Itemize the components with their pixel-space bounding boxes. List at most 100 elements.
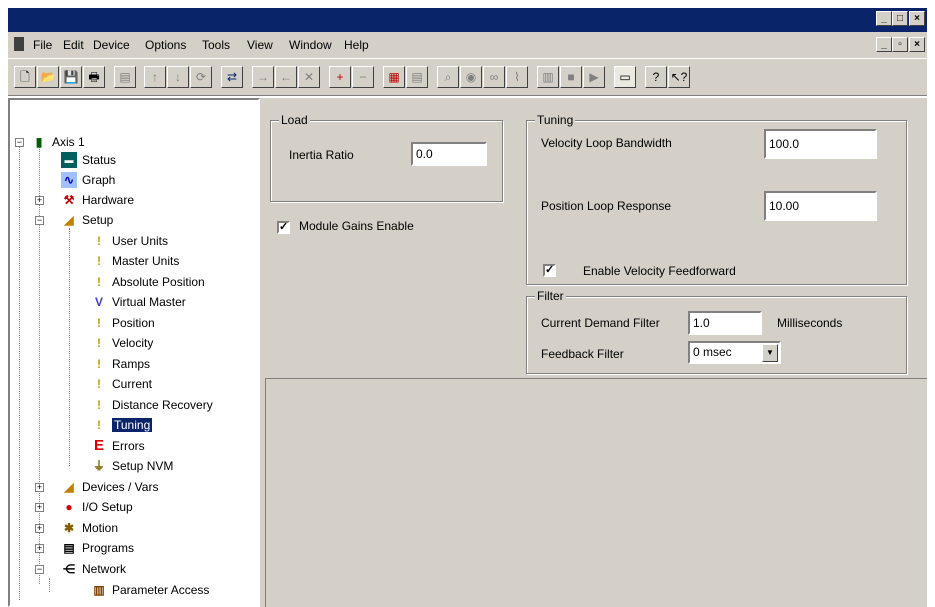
mdi-minimize-button[interactable]: _ (876, 37, 892, 52)
open-icon[interactable]: 📂 (37, 66, 59, 88)
toolbar: 🗋 📂 💾 🖶 ▤ ↑ ↓ ⟳ ⇄ → ← ✕ + − ▦ ▤ ⌕ ◉ ∞ ⌇ … (8, 58, 927, 96)
tree-item-tuning[interactable]: ! Tuning (91, 415, 153, 435)
save-icon[interactable]: 💾 (60, 66, 82, 88)
menu-help[interactable]: Help (344, 38, 369, 52)
tree-item-graph[interactable]: ∿ Graph (61, 170, 115, 190)
menu-tools[interactable]: Tools (202, 38, 230, 52)
feedback-filter-select[interactable]: 0 msec ▼ (688, 341, 781, 364)
tree-item-io-setup[interactable]: ● I/O Setup (61, 497, 132, 517)
collapse-icon[interactable]: − (15, 138, 24, 147)
window-icon[interactable]: ▭ (614, 66, 636, 88)
add-icon[interactable]: + (329, 66, 351, 88)
position-loop-response-input[interactable] (764, 191, 877, 221)
expand-icon[interactable]: + (35, 544, 44, 553)
tree-line (19, 142, 20, 600)
move-left-icon[interactable]: ← (275, 66, 297, 88)
tree-item-setup[interactable]: ◢ Setup (61, 210, 113, 230)
maximize-button[interactable]: □ (892, 11, 908, 26)
tree-item-network[interactable]: ⋲ Network (61, 559, 126, 579)
menu-options[interactable]: Options (145, 38, 186, 52)
delete-icon[interactable]: ✕ (298, 66, 320, 88)
remove-icon[interactable]: − (352, 66, 374, 88)
tree-item-status[interactable]: ▬ Status (61, 150, 116, 170)
module-gains-checkbox[interactable]: ✓ (277, 221, 290, 234)
tree-item-programs[interactable]: ▤ Programs (61, 538, 134, 558)
tree-item-hardware[interactable]: ⚒ Hardware (61, 190, 134, 210)
properties-icon[interactable]: ▦ (383, 66, 405, 88)
tree-item-setup-nvm[interactable]: ⏚ Setup NVM (91, 456, 173, 476)
project-tree[interactable]: − ▮ Axis 1 ▬ Status ∿ Graph + ⚒ Hardware… (8, 98, 260, 607)
device-icon[interactable]: ▥ (537, 66, 559, 88)
current-demand-filter-input[interactable] (688, 311, 762, 335)
sync-icon[interactable]: ⟳ (190, 66, 212, 88)
axis-icon: ▮ (35, 135, 43, 149)
tree-item-virtual-master[interactable]: V Virtual Master (91, 292, 186, 312)
tree-item-user-units[interactable]: ! User Units (91, 231, 168, 251)
view-icon[interactable]: ◉ (460, 66, 482, 88)
tree-item-absolute-position[interactable]: ! Absolute Position (91, 272, 205, 292)
tree-item-master-units[interactable]: ! Master Units (91, 251, 179, 271)
tree-item-errors[interactable]: E Errors (91, 436, 145, 456)
context-help-icon[interactable]: ↖? (668, 66, 690, 88)
document-icon[interactable]: ▤ (406, 66, 428, 88)
tree-item-axis[interactable]: ▮ Axis 1 (31, 132, 85, 152)
current-demand-filter-label: Current Demand Filter (541, 316, 660, 330)
goggles-icon[interactable]: ∞ (483, 66, 505, 88)
menu-device[interactable]: Device (93, 38, 130, 52)
run-icon[interactable]: ▶ (583, 66, 605, 88)
menu-view[interactable]: View (247, 38, 273, 52)
current-demand-filter-unit: Milliseconds (777, 316, 843, 330)
tree-item-distance-recovery[interactable]: ! Distance Recovery (91, 395, 213, 415)
tree-item-motion[interactable]: ✱ Motion (61, 518, 118, 538)
velocity-feedforward-checkbox[interactable]: ✓ (543, 264, 556, 277)
parameter-icon: ! (97, 418, 101, 432)
expand-icon[interactable]: + (35, 524, 44, 533)
expand-icon[interactable]: + (35, 503, 44, 512)
upload-icon[interactable]: ↑ (144, 66, 166, 88)
velocity-loop-bandwidth-input[interactable] (764, 129, 877, 159)
tree-item-position[interactable]: ! Position (91, 313, 155, 333)
setup-icon: ◢ (64, 213, 74, 227)
app-icon[interactable] (14, 37, 24, 51)
menu-window[interactable]: Window (289, 38, 332, 52)
menu-file[interactable]: File (33, 38, 52, 52)
tree-item-parameter-access[interactable]: ▥ Parameter Access (91, 580, 209, 600)
tree-item-ramps[interactable]: ! Ramps (91, 354, 150, 374)
connect-icon[interactable]: ⇄ (221, 66, 243, 88)
stop-icon[interactable]: ■ (560, 66, 582, 88)
filter-legend: Filter (535, 289, 566, 303)
tree-item-tuning-label: Tuning (112, 418, 153, 432)
parameter-icon: ! (97, 316, 101, 330)
collapse-icon[interactable]: − (35, 216, 44, 225)
tree-item-current[interactable]: ! Current (91, 374, 152, 394)
collapse-icon[interactable]: − (35, 565, 44, 574)
mdi-close-button[interactable]: × (909, 37, 925, 52)
help-icon[interactable]: ? (645, 66, 667, 88)
expand-icon[interactable]: + (35, 196, 44, 205)
print-icon[interactable]: 🖶 (83, 66, 105, 88)
position-loop-response-label: Position Loop Response (541, 199, 672, 213)
new-icon[interactable]: 🗋 (14, 66, 36, 88)
menu-edit[interactable]: Edit (63, 38, 84, 52)
tree-item-velocity[interactable]: ! Velocity (91, 333, 153, 353)
io-icon: ● (65, 500, 73, 514)
tree-line (49, 578, 50, 592)
nvm-icon: ⏚ (92, 459, 105, 473)
expand-icon[interactable]: + (35, 483, 44, 492)
zoom-icon[interactable]: ⌕ (437, 66, 459, 88)
velocity-loop-bandwidth-label: Velocity Loop Bandwidth (541, 136, 672, 150)
inertia-ratio-input[interactable] (411, 142, 487, 166)
parameter-icon: ! (97, 254, 101, 268)
chart-icon[interactable]: ⌇ (506, 66, 528, 88)
download-icon[interactable]: ↓ (167, 66, 189, 88)
dropdown-arrow-icon[interactable]: ▼ (762, 344, 778, 362)
mdi-restore-button[interactable]: ▫ (892, 37, 908, 52)
move-right-icon[interactable]: → (252, 66, 274, 88)
feedback-filter-label: Feedback Filter (541, 347, 624, 361)
parameter-icon: ! (97, 377, 101, 391)
minimize-button[interactable]: _ (876, 11, 892, 26)
close-button[interactable]: × (909, 11, 925, 26)
import-icon[interactable]: ▤ (114, 66, 136, 88)
tree-item-devices-vars[interactable]: ◢ Devices / Vars (61, 477, 158, 497)
menu-bar: File Edit Device Options Tools View Wind… (8, 32, 927, 58)
